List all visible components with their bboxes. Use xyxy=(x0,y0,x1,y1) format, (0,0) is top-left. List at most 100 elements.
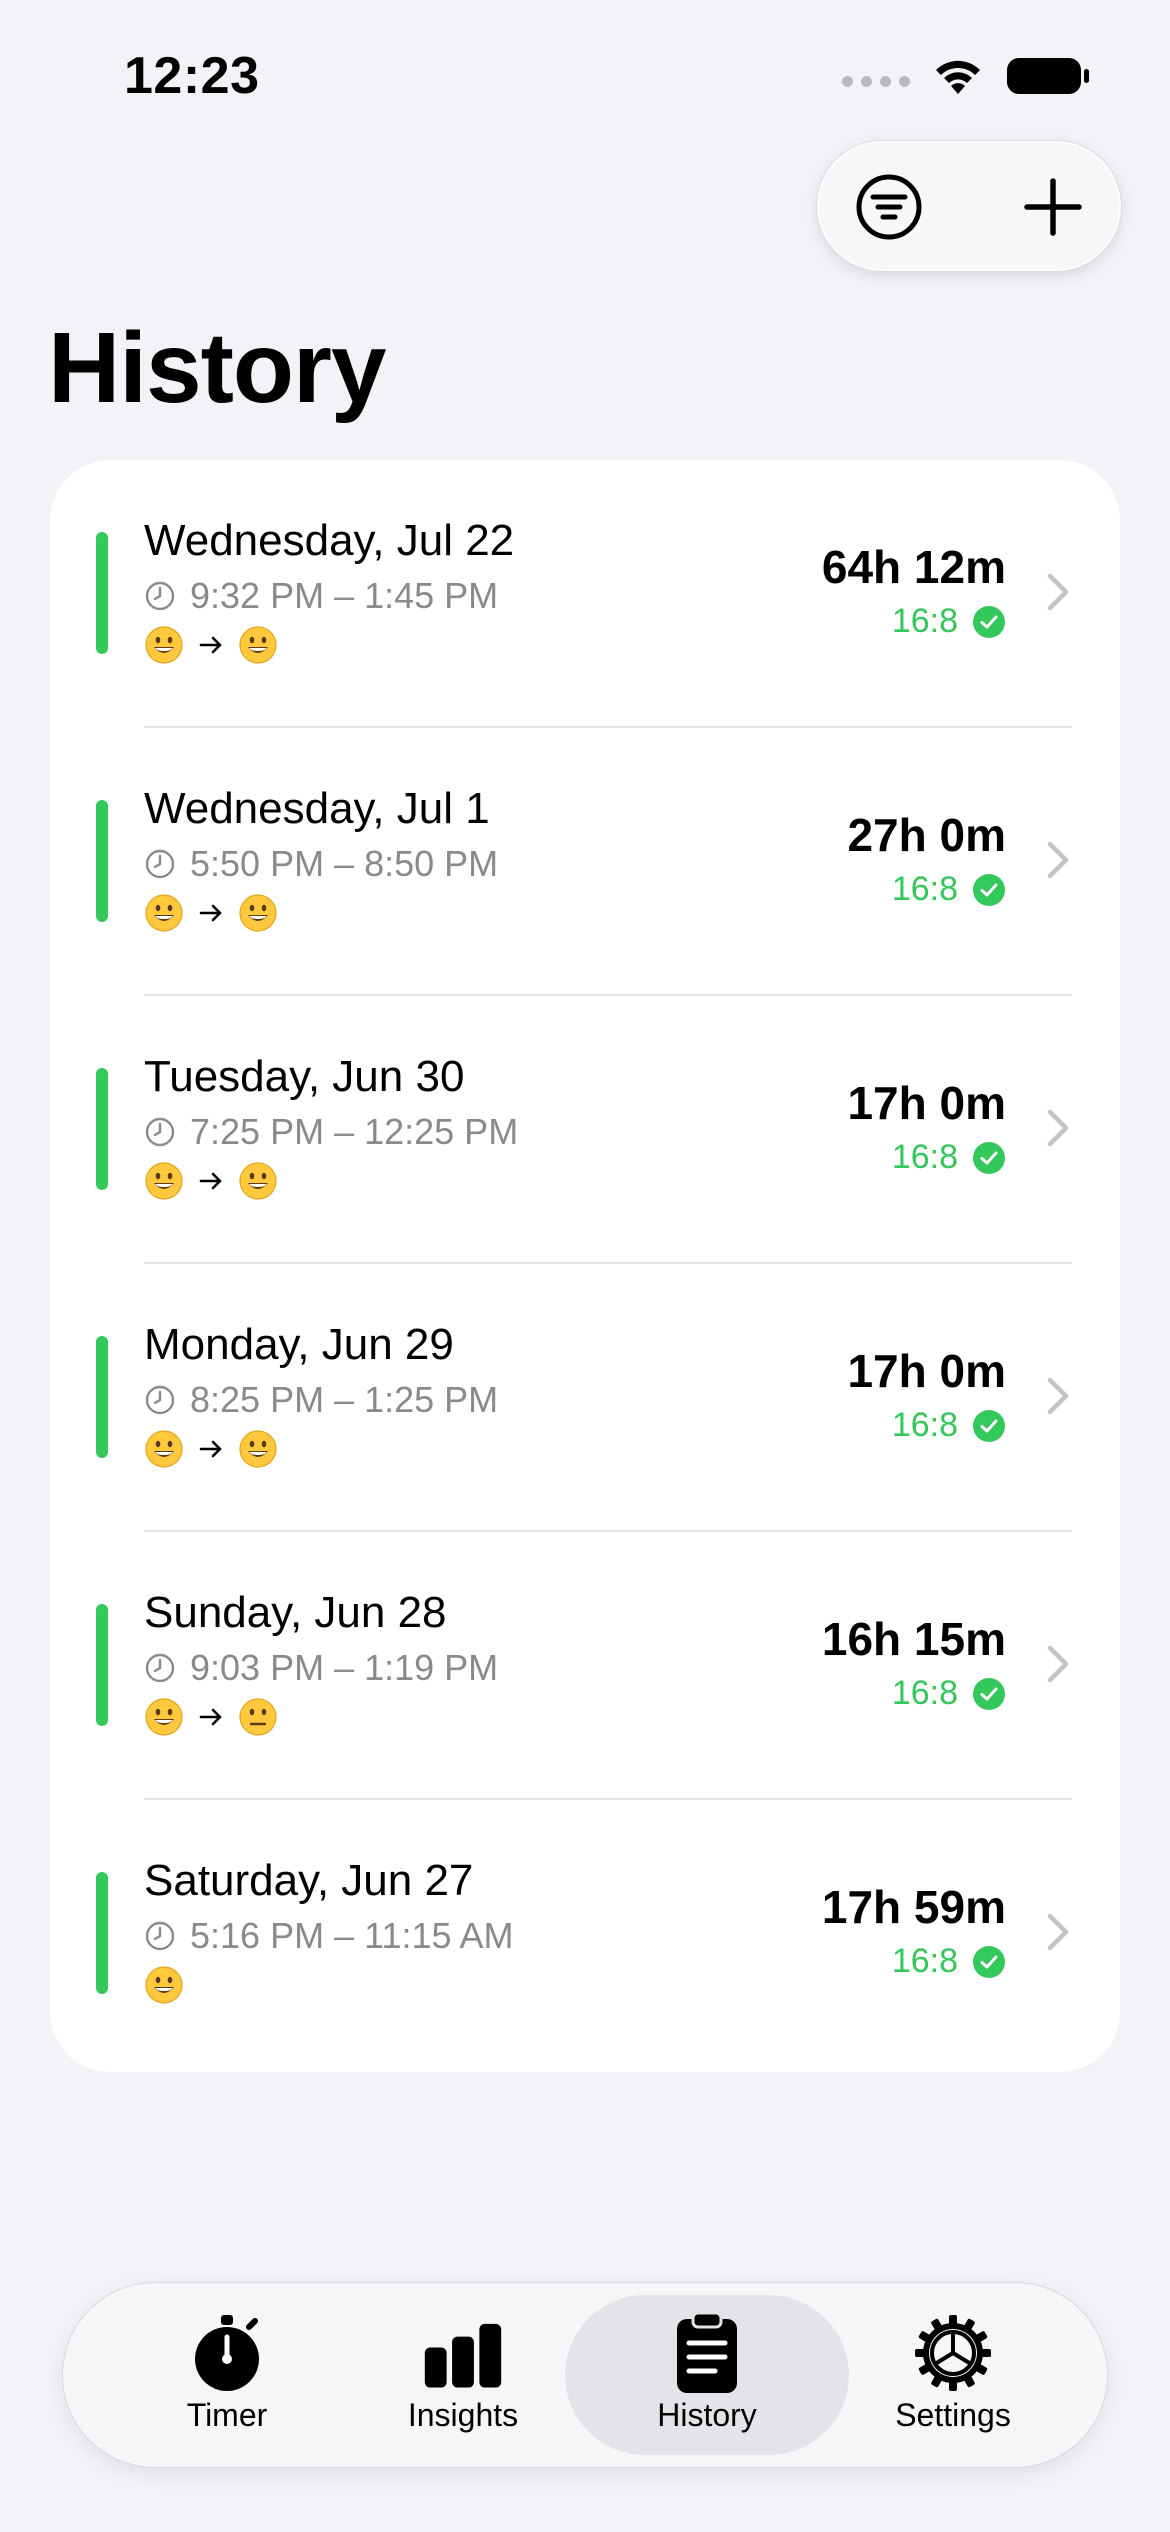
grinning-face-icon xyxy=(145,1162,183,1200)
entry-plan: 16:8 xyxy=(891,1674,958,1712)
status-bar-indicator xyxy=(96,532,108,654)
clock-icon xyxy=(145,1385,175,1415)
entry-plan: 16:8 xyxy=(891,870,958,908)
chevron-right-icon xyxy=(1047,841,1069,879)
entry-date: Saturday, Jun 27 xyxy=(144,1856,474,1905)
entry-mood-row xyxy=(144,1965,184,2005)
grinning-face-icon xyxy=(145,1430,183,1468)
checkmark-circle-icon xyxy=(973,873,1005,906)
entry-mood-row xyxy=(144,1429,278,1469)
entry-duration: 17h 59m xyxy=(821,1881,1006,1933)
entry-plan-row: 16:8 xyxy=(892,1406,1006,1445)
bar-chart-icon xyxy=(424,2323,502,2388)
tab-bar: Timer Insights History Settings xyxy=(62,2282,1108,2468)
status-bar-indicator xyxy=(96,1336,108,1458)
history-entry[interactable]: Sunday, Jun 28 9:03 PM – 1:19 PM 16h 15m 16… xyxy=(50,1532,1120,1800)
tab-label: Settings xyxy=(895,2397,1011,2433)
clock-icon xyxy=(145,1117,175,1147)
plus-icon xyxy=(1024,178,1082,236)
entry-time-range: 8:25 PM – 1:25 PM xyxy=(190,1379,499,1420)
wifi-icon xyxy=(936,60,980,94)
entry-plan: 16:8 xyxy=(891,602,958,640)
gear-icon xyxy=(915,2315,991,2391)
status-bar-indicator xyxy=(96,1068,108,1190)
grinning-face-icon xyxy=(145,626,183,664)
battery-icon xyxy=(1007,58,1089,94)
status-time: 12:23 xyxy=(124,47,260,105)
tab-insights[interactable]: Insights xyxy=(363,2313,563,2445)
tab-timer[interactable]: Timer xyxy=(127,2313,327,2445)
entry-time-range: 9:03 PM – 1:19 PM xyxy=(190,1647,499,1688)
entry-duration: 17h 0m xyxy=(847,1077,1006,1129)
arrow-right-icon xyxy=(199,1172,222,1190)
status-bar-indicator xyxy=(96,800,108,922)
history-entry[interactable]: Tuesday, Jun 30 7:25 PM – 12:25 PM 17h 0m 1… xyxy=(50,996,1120,1264)
status-bar-indicator xyxy=(96,1604,108,1726)
clock-icon xyxy=(145,849,175,879)
history-list: Wednesday, Jul 22 9:32 PM – 1:45 PM 64h 12… xyxy=(50,460,1120,2072)
history-entry[interactable]: Monday, Jun 29 8:25 PM – 1:25 PM 17h 0m 16:… xyxy=(50,1264,1120,1532)
clock-icon xyxy=(145,581,175,611)
entry-date: Wednesday, Jul 1 xyxy=(144,784,490,833)
checkmark-circle-icon xyxy=(973,1945,1005,1978)
checkmark-circle-icon xyxy=(973,1141,1005,1174)
add-entry-button[interactable] xyxy=(1015,169,1091,245)
entry-date: Tuesday, Jun 30 xyxy=(144,1052,465,1101)
entry-mood-row xyxy=(144,1697,278,1737)
entry-time-row: 7:25 PM – 12:25 PM xyxy=(144,1111,518,1153)
checkmark-circle-icon xyxy=(973,605,1005,638)
toolbar-pill xyxy=(816,140,1122,272)
status-icons xyxy=(842,56,1090,96)
entry-date: Monday, Jun 29 xyxy=(144,1320,454,1369)
entry-mood-row xyxy=(144,1161,278,1201)
entry-duration: 64h 12m xyxy=(821,541,1006,593)
arrow-right-icon xyxy=(199,1708,222,1726)
entry-mood-row xyxy=(144,625,278,665)
entry-duration: 17h 0m xyxy=(847,1345,1006,1397)
history-entry[interactable]: Saturday, Jun 27 5:16 PM – 11:15 AM 17h 59… xyxy=(50,1800,1120,2068)
tab-settings[interactable]: Settings xyxy=(853,2313,1053,2445)
grinning-face-icon xyxy=(239,1430,277,1468)
grinning-face-icon xyxy=(239,1162,277,1200)
entry-time-range: 9:32 PM – 1:45 PM xyxy=(190,575,499,616)
entry-mood-row xyxy=(144,893,278,933)
history-entry[interactable]: Wednesday, Jul 1 5:50 PM – 8:50 PM 27h 0m 1… xyxy=(50,728,1120,996)
entry-plan: 16:8 xyxy=(891,1406,958,1444)
arrow-right-icon xyxy=(199,904,222,922)
chevron-right-icon xyxy=(1047,1913,1069,1951)
chevron-right-icon xyxy=(1047,1645,1069,1683)
checkmark-circle-icon xyxy=(973,1677,1005,1710)
signal-dots-icon xyxy=(842,75,910,87)
entry-plan-row: 16:8 xyxy=(892,602,1006,641)
entry-plan: 16:8 xyxy=(891,1942,958,1980)
entry-plan-row: 16:8 xyxy=(892,870,1006,909)
clipboard-icon xyxy=(677,2311,737,2393)
grinning-face-icon xyxy=(239,626,277,664)
entry-date: Sunday, Jun 28 xyxy=(144,1588,447,1637)
chevron-right-icon xyxy=(1047,573,1069,611)
grinning-face-icon xyxy=(145,894,183,932)
entry-time-row: 5:16 PM – 11:15 AM xyxy=(144,1915,514,1957)
filter-button[interactable] xyxy=(851,169,927,245)
status-bar-indicator xyxy=(96,1872,108,1994)
entry-time-range: 7:25 PM – 12:25 PM xyxy=(190,1111,519,1152)
tab-label: Timer xyxy=(186,2397,268,2433)
entry-time-range: 5:16 PM – 11:15 AM xyxy=(190,1915,514,1956)
entry-duration: 27h 0m xyxy=(847,809,1006,861)
entry-plan-row: 16:8 xyxy=(892,1138,1006,1177)
arrow-right-icon xyxy=(199,1440,222,1458)
entry-plan-row: 16:8 xyxy=(892,1674,1006,1713)
history-entry[interactable]: Wednesday, Jul 22 9:32 PM – 1:45 PM 64h 12… xyxy=(50,460,1120,728)
clock-icon xyxy=(145,1921,175,1951)
grinning-face-icon xyxy=(239,894,277,932)
entry-plan-row: 16:8 xyxy=(892,1942,1006,1981)
entry-time-row: 5:50 PM – 8:50 PM xyxy=(144,843,498,885)
clock-icon xyxy=(145,1653,175,1683)
entry-time-row: 9:03 PM – 1:19 PM xyxy=(144,1647,498,1689)
checkmark-circle-icon xyxy=(973,1409,1005,1442)
grinning-face-icon xyxy=(145,1698,183,1736)
grinning-face-icon xyxy=(145,1966,183,2004)
entry-date: Wednesday, Jul 22 xyxy=(144,516,515,565)
entry-plan: 16:8 xyxy=(891,1138,958,1176)
tab-history[interactable]: History xyxy=(607,2311,807,2445)
